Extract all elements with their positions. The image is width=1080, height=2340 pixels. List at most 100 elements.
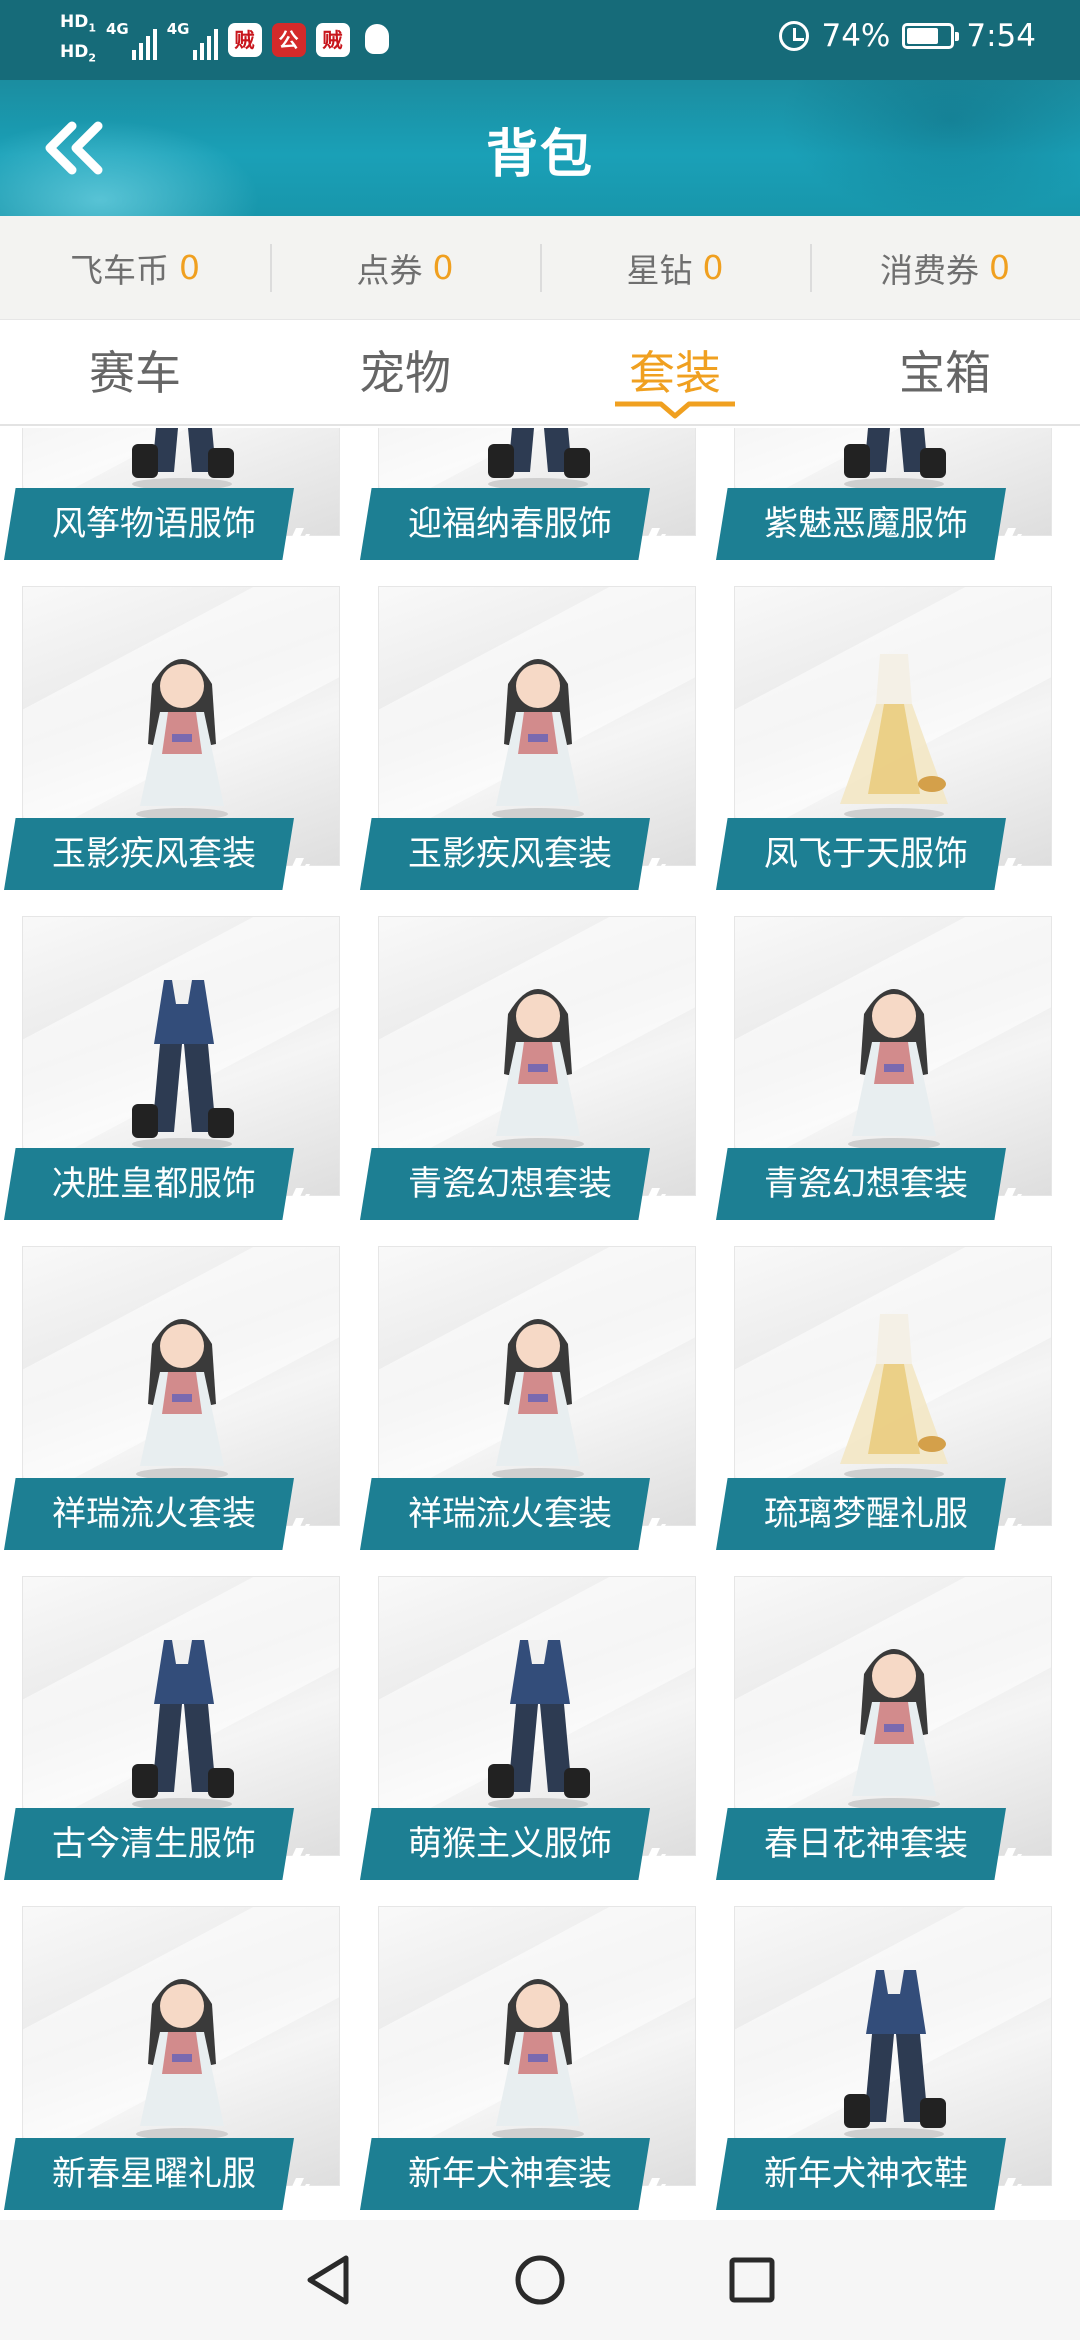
item-name-label: 祥瑞流火套装 (360, 1478, 650, 1550)
item-name-label: 紫魅恶魔服饰 (716, 488, 1006, 560)
item-name-label: 迎福纳春服饰 (360, 488, 650, 560)
outfit-icon (468, 1624, 608, 1814)
currency-label: 飞车币 (70, 250, 169, 290)
label-stripe-decoration (640, 1518, 666, 1544)
currency-feicheb: 飞车币 0 (0, 216, 270, 319)
outfit-item-card[interactable]: 青瓷幻想套装 (360, 916, 700, 1224)
outfit-item-card[interactable]: 春日花神套装 (716, 1576, 1056, 1884)
tab-pets[interactable]: 宠物 (270, 320, 540, 424)
label-stripe-decoration (284, 1518, 310, 1544)
currency-value: 0 (702, 248, 724, 287)
outfit-item-card[interactable]: 凤飞于天服饰 (716, 586, 1056, 894)
outfit-icon (112, 428, 252, 494)
item-name-label: 萌猴主义服饰 (360, 1808, 650, 1880)
outfit-item-card[interactable]: 迎福纳春服饰 (360, 428, 700, 564)
system-nav-bar (0, 2220, 1080, 2340)
tab-cars[interactable]: 赛车 (0, 320, 270, 424)
character-icon (468, 1294, 608, 1484)
character-icon (824, 964, 964, 1154)
item-name-label: 决胜皇都服饰 (4, 1148, 294, 1220)
currency-xiaofeiquan: 消费券 0 (810, 216, 1080, 319)
label-stripe-decoration (996, 1518, 1022, 1544)
status-right: 74% 7:54 (779, 18, 1036, 54)
character-icon (112, 1954, 252, 2144)
item-name-label: 玉影疾风套装 (360, 818, 650, 890)
battery-icon (902, 23, 960, 49)
currency-value: 0 (989, 248, 1010, 287)
nav-home-button[interactable] (505, 2245, 575, 2315)
label-stripe-decoration (284, 1188, 310, 1214)
hd2-label: HD2 (60, 42, 96, 65)
notification-app-icon-2: 公 (271, 23, 306, 58)
currency-value: 0 (179, 248, 200, 287)
outfit-item-card[interactable]: 萌猴主义服饰 (360, 1576, 700, 1884)
tab-chests[interactable]: 宝箱 (810, 320, 1080, 424)
outfit-item-card[interactable]: 新年犬神衣鞋 (716, 1906, 1056, 2214)
item-name-label: 玉影疾风套装 (4, 818, 294, 890)
outfit-item-card[interactable]: 青瓷幻想套装 (716, 916, 1056, 1224)
outfit-icon (112, 1624, 252, 1814)
label-stripe-decoration (640, 528, 666, 554)
qq-penguin-icon (360, 22, 394, 58)
square-recents-icon (729, 2257, 775, 2303)
outfit-item-card[interactable]: 琉璃梦醒礼服 (716, 1246, 1056, 1554)
network-2-label: 4G (166, 20, 190, 39)
label-stripe-decoration (640, 2178, 666, 2204)
item-name-label: 新春星曜礼服 (4, 2138, 294, 2210)
circle-home-icon (515, 2255, 565, 2305)
label-stripe-decoration (284, 528, 310, 554)
status-left: HD1 HD2 4G 4G 贼 公 贼 (60, 12, 394, 69)
network-1-label: 4G (106, 20, 129, 39)
outfit-icon (468, 428, 608, 494)
currency-dianquan: 点券 0 (270, 216, 540, 319)
tab-outfits-label: 套装 (629, 346, 721, 400)
currency-xingzuan: 星钻 0 (540, 216, 810, 319)
outfit-item-card[interactable]: 新年犬神套装 (360, 1906, 700, 2214)
label-stripe-decoration (640, 858, 666, 884)
status-bar: HD1 HD2 4G 4G 贼 公 贼 74% 7:54 (0, 0, 1080, 80)
triangle-back-icon (307, 2255, 349, 2305)
label-stripe-decoration (996, 1188, 1022, 1214)
outfit-item-card[interactable]: 祥瑞流火套装 (4, 1246, 344, 1554)
hd-indicators: HD1 HD2 (60, 12, 96, 69)
item-name-label: 春日花神套装 (716, 1808, 1006, 1880)
nav-recents-button[interactable] (717, 2245, 787, 2315)
label-stripe-decoration (996, 528, 1022, 554)
status-time: 7:54 (966, 18, 1036, 54)
item-name-label: 祥瑞流火套装 (4, 1478, 294, 1550)
outfit-item-card[interactable]: 祥瑞流火套装 (360, 1246, 700, 1554)
app-header: 背包 (0, 80, 1080, 216)
outfit-item-card[interactable]: 玉影疾风套装 (360, 586, 700, 894)
active-tab-indicator (615, 401, 735, 419)
outfit-item-card[interactable]: 新春星曜礼服 (4, 1906, 344, 2214)
battery-percent: 74% (821, 18, 891, 54)
outfit-item-card[interactable]: 紫魅恶魔服饰 (716, 428, 1056, 564)
item-name-label: 古今清生服饰 (4, 1808, 294, 1880)
label-stripe-decoration (640, 1188, 666, 1214)
item-name-label: 风筝物语服饰 (4, 488, 294, 560)
outfit-item-card[interactable]: 古今清生服饰 (4, 1576, 344, 1884)
signal-1-icon: 4G (106, 20, 157, 61)
item-name-label: 新年犬神套装 (360, 2138, 650, 2210)
dress-icon (824, 634, 964, 824)
label-stripe-decoration (996, 2178, 1022, 2204)
notification-app-icon-3: 贼 (315, 23, 350, 58)
label-stripe-decoration (996, 1848, 1022, 1874)
alarm-clock-icon (779, 21, 810, 51)
label-stripe-decoration (284, 2178, 310, 2204)
outfit-item-card[interactable]: 玉影疾风套装 (4, 586, 344, 894)
label-stripe-decoration (996, 858, 1022, 884)
notification-app-icon-1: 贼 (227, 23, 262, 58)
outfit-item-card[interactable]: 决胜皇都服饰 (4, 916, 344, 1224)
currency-bar: 飞车币 0 点券 0 星钻 0 消费券 0 (0, 216, 1080, 320)
category-tabs: 赛车 宠物 套装 宝箱 (0, 320, 1080, 426)
outfit-item-card[interactable]: 风筝物语服饰 (4, 428, 344, 564)
currency-label: 消费券 (880, 250, 979, 290)
tab-outfits[interactable]: 套装 (540, 320, 810, 424)
label-stripe-decoration (284, 858, 310, 884)
label-stripe-decoration (640, 1848, 666, 1874)
page-title: 背包 (485, 125, 594, 185)
character-icon (468, 1954, 608, 2144)
nav-back-button[interactable] (293, 2245, 363, 2315)
outfit-icon (112, 964, 252, 1154)
